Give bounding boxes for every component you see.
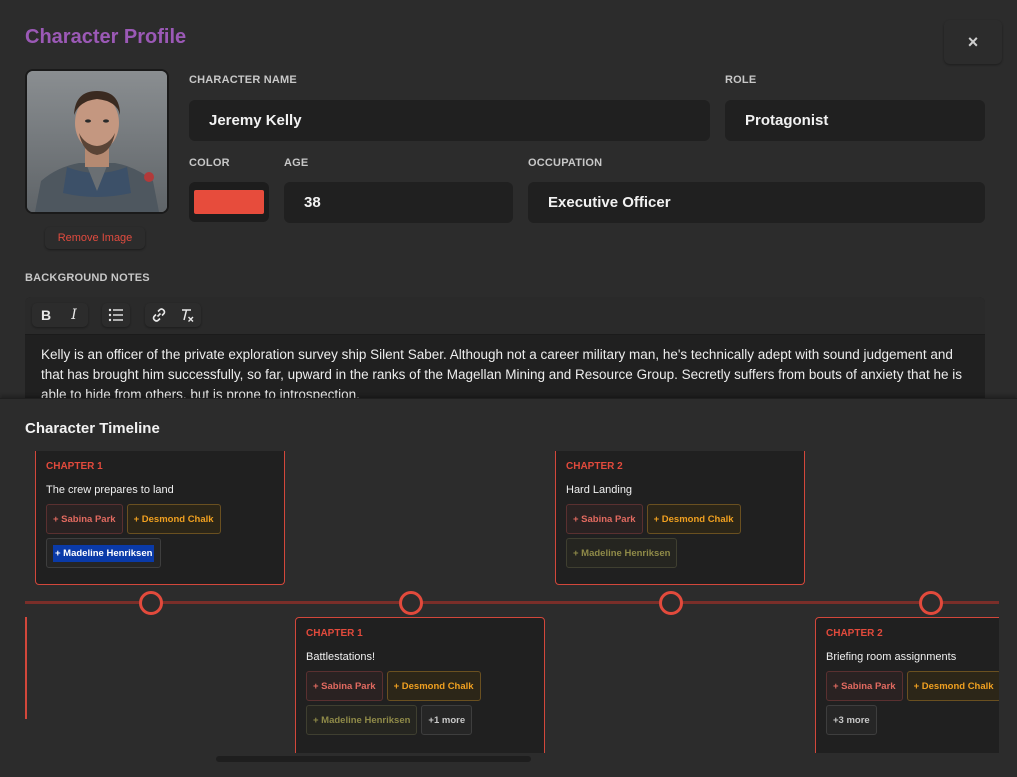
event-title: Briefing room assignments (826, 651, 957, 663)
color-label: COLOR (189, 157, 230, 169)
event-chapter: CHAPTER 2 (826, 628, 883, 639)
timeline-node[interactable] (399, 591, 423, 615)
link-icon[interactable] (145, 303, 173, 327)
timeline-event-card[interactable]: CHAPTER 2 Hard Landing + Sabina Park + D… (555, 451, 805, 585)
bullet-list-icon[interactable] (102, 303, 130, 327)
event-chapter: CHAPTER 2 (566, 461, 623, 472)
event-characters: + Sabina Park + Desmond Chalk + Madeline… (46, 504, 274, 568)
character-name-label: CHARACTER NAME (189, 74, 297, 86)
event-characters: + Sabina Park + Desmond Chalk + Madeline… (306, 671, 534, 735)
event-title: The crew prepares to land (46, 484, 174, 496)
character-chip-label: + Madeline Henriksen (53, 544, 155, 562)
avatar-image (27, 71, 167, 212)
timeline-node[interactable] (659, 591, 683, 615)
more-characters-chip[interactable]: +3 more (826, 705, 877, 735)
timeline-title: Character Timeline (25, 420, 160, 437)
background-notes-text[interactable]: Kelly is an officer of the private explo… (41, 345, 971, 405)
character-chip[interactable]: + Sabina Park (46, 504, 123, 534)
character-chip[interactable]: + Madeline Henriksen (566, 538, 678, 568)
color-picker[interactable] (189, 182, 269, 222)
format-group: B I (32, 303, 88, 327)
character-name-input[interactable]: Jeremy Kelly (189, 100, 710, 141)
occupation-value: Executive Officer (548, 194, 671, 211)
character-chip[interactable]: + Desmond Chalk (126, 504, 221, 534)
occupation-label: OCCUPATION (528, 157, 603, 169)
timeline-viewport[interactable]: CHAPTER 1 The crew prepares to land + Sa… (25, 451, 999, 753)
age-value: 38 (304, 194, 321, 211)
occupation-input[interactable]: Executive Officer (528, 182, 985, 223)
character-chip[interactable]: + Madeline Henriksen (46, 538, 162, 568)
timeline-scrollbar[interactable] (216, 756, 531, 762)
event-title: Hard Landing (566, 484, 633, 496)
timeline-axis (25, 601, 999, 604)
event-chapter: CHAPTER 1 (46, 461, 103, 472)
role-input[interactable]: Protagonist (725, 100, 985, 141)
character-chip[interactable]: + Desmond Chalk (386, 671, 481, 701)
event-characters: + Sabina Park + Desmond Chalk + Madeline… (566, 504, 794, 568)
timeline-node[interactable] (919, 591, 943, 615)
event-characters: + Sabina Park + Desmond Chalk +3 more (826, 671, 999, 735)
event-chapter: CHAPTER 1 (306, 628, 363, 639)
bold-icon[interactable]: B (32, 303, 60, 327)
more-characters-chip[interactable]: +1 more (421, 705, 473, 735)
close-button[interactable]: × (944, 20, 1002, 64)
timeline-node[interactable] (139, 591, 163, 615)
timeline-offscreen-card-edge (25, 617, 27, 719)
timeline-event-card[interactable]: CHAPTER 1 The crew prepares to land + Sa… (35, 451, 285, 585)
link-group (145, 303, 201, 327)
remove-image-button[interactable]: Remove Image (45, 227, 145, 249)
clear-format-icon[interactable] (173, 303, 201, 327)
character-name-value: Jeremy Kelly (209, 112, 302, 129)
role-value: Protagonist (745, 112, 829, 129)
character-chip[interactable]: + Sabina Park (566, 504, 643, 534)
character-chip[interactable]: + Desmond Chalk (906, 671, 999, 701)
character-chip[interactable]: + Desmond Chalk (646, 504, 741, 534)
dialog-title: Character Profile (25, 26, 187, 48)
age-label: AGE (284, 157, 309, 169)
role-label: ROLE (725, 74, 757, 86)
character-chip[interactable]: + Sabina Park (306, 671, 383, 701)
list-group (102, 303, 130, 327)
timeline-panel: Character Timeline CHAPTER 1 The crew pr… (0, 398, 1017, 777)
character-chip[interactable]: + Sabina Park (826, 671, 903, 701)
editor-toolbar: B I (25, 297, 985, 335)
character-profile-dialog: Character Profile × Remove Image CHARACT… (0, 0, 1017, 777)
italic-icon[interactable]: I (60, 303, 88, 327)
close-icon: × (967, 31, 979, 52)
timeline-event-card[interactable]: CHAPTER 1 Battlestations! + Sabina Park … (295, 617, 545, 753)
timeline-event-card[interactable]: CHAPTER 2 Briefing room assignments + Sa… (815, 617, 999, 753)
age-input[interactable]: 38 (284, 182, 513, 223)
character-chip[interactable]: + Madeline Henriksen (306, 705, 418, 735)
color-swatch (194, 190, 264, 214)
avatar[interactable] (25, 69, 169, 214)
background-notes-label: BACKGROUND NOTES (25, 272, 150, 284)
event-title: Battlestations! (306, 651, 376, 663)
background-notes-editor[interactable]: B I Kelly is an officer of the private e… (25, 297, 985, 407)
